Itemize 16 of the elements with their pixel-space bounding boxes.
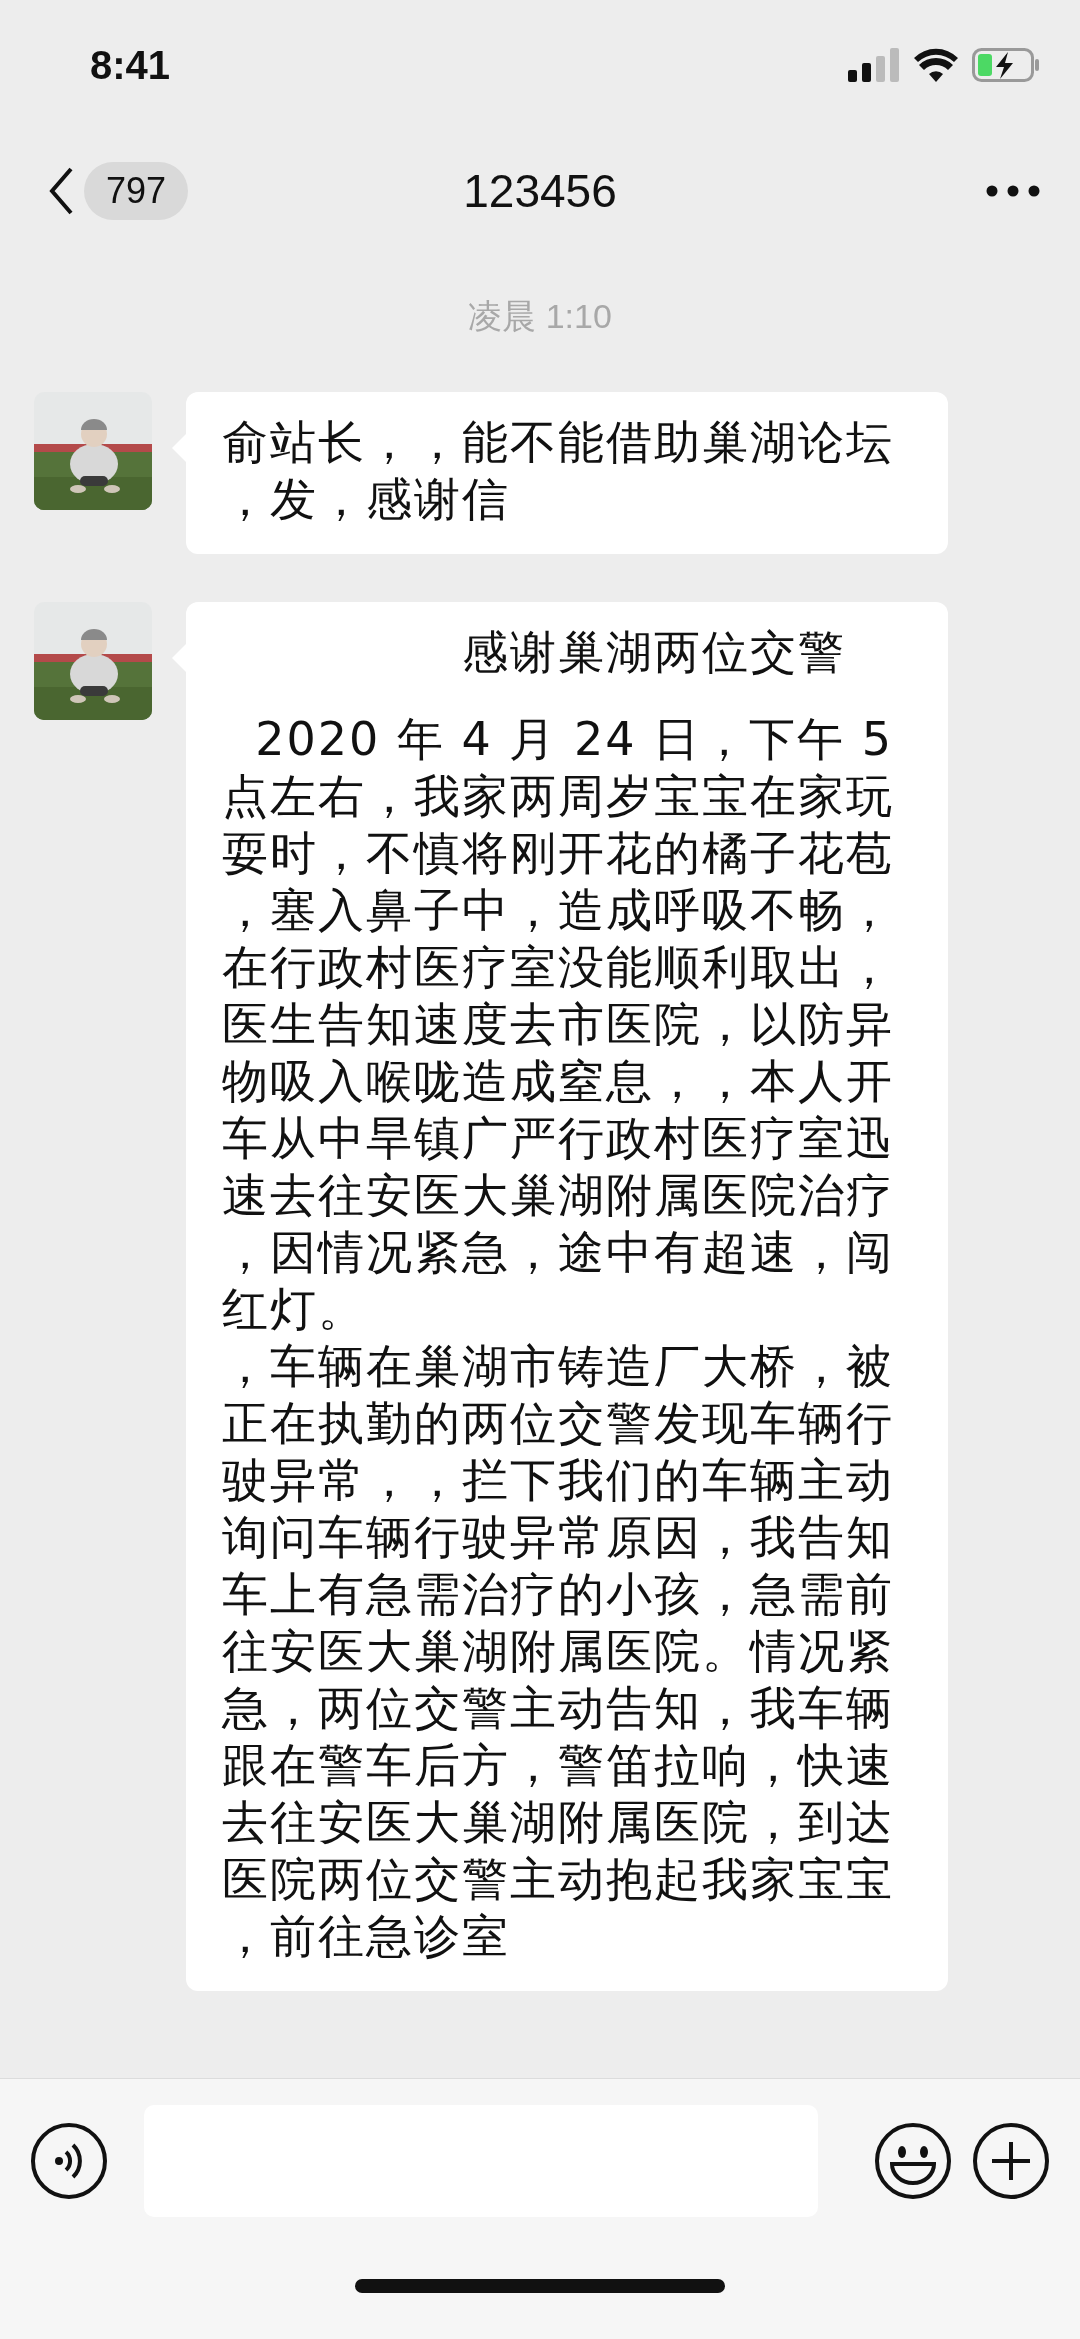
message-text: ，车辆在巢湖市铸造厂大桥，被正在执勤的两位交警发现车辆行驶异常，，拦下我们的车辆主动询问车辆行驶异常原因，我告知车上有急需治疗的小孩，急需前往安医大巢湖附属医院。情况紧急，两位交警主动告知，我车辆跟在警车后方，警笛拉响，快速去往安医大巢湖附属医院，到达医院两位交警主动抱起我家宝宝，前往急诊室	[222, 1338, 895, 1965]
signal-icon	[848, 48, 900, 82]
more-icon[interactable]	[986, 184, 1040, 197]
back-icon[interactable]	[48, 166, 74, 216]
message-timestamp: 凌晨 1:10	[468, 296, 612, 337]
message-text: 俞站长，，能不能借助巢湖论坛，发，感谢信	[222, 414, 895, 528]
message-heading: 感谢巢湖两位交警	[461, 624, 847, 681]
clock-time: 8:41	[90, 42, 171, 88]
unread-count-badge[interactable]: 797	[84, 162, 189, 220]
plus-icon[interactable]	[972, 2122, 1050, 2200]
voice-icon[interactable]	[30, 2122, 108, 2200]
battery-charging-icon	[972, 48, 1040, 82]
chat-title: 123456	[463, 164, 617, 218]
wifi-icon	[914, 48, 958, 82]
message-text: 2020 年 4 月 24 日，下午 5 点左右，我家两周岁宝宝在家玩耍时，不慎将刚开花的橘子花苞，塞入鼻子中，造成呼吸不畅，在行政村医疗室没能顺利取出，医生告知速度去市医院，以防异物吸入喉咙造成窒息，，本人开车从中旱镇广严行政村医疗室迅速去往安医大巢湖附属医院治疗，因情况紧急，途中有超速，闯红灯。	[222, 711, 895, 1338]
smiley-icon[interactable]	[874, 2122, 952, 2200]
